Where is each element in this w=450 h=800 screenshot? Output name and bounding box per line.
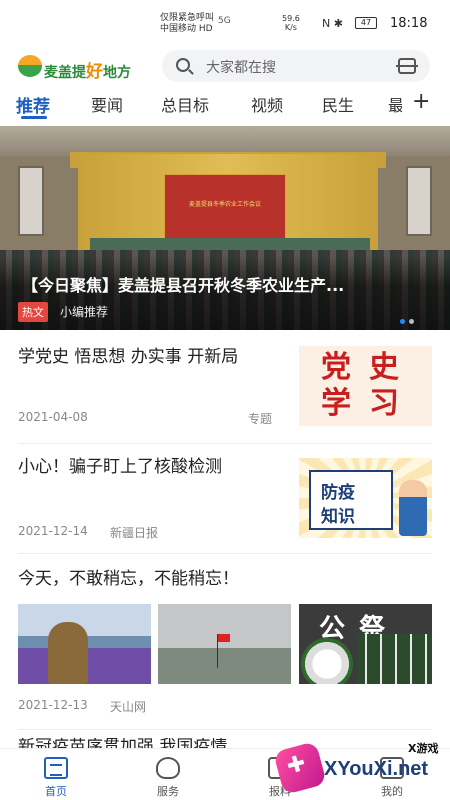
news-source: 天山网	[110, 700, 147, 714]
news-item[interactable]: 学党史 悟思想 办实事 开新局 2021-04-08 专题 党 史 学 习	[18, 340, 432, 444]
banner-photo-window	[18, 166, 44, 236]
thumb-illustration	[399, 480, 427, 536]
category-tabs: 推荐 要闻 总目标 视频 民生 最 +	[0, 88, 450, 122]
news-item[interactable]: 小心！骗子盯上了核酸检测 2021-12-14 新疆日报 防疫 知识	[18, 444, 432, 554]
news-thumbnail[interactable]	[18, 604, 151, 684]
carousel-dot-active	[400, 319, 405, 324]
signal-icon: 5G	[218, 16, 231, 26]
thumb-text: 防疫	[321, 483, 355, 503]
news-date: 2021-12-14	[18, 524, 88, 538]
watermark-brand: XYouXi.net	[324, 758, 429, 780]
thumb-char: 史	[369, 350, 399, 385]
logo-text: 麦盖提好地方	[44, 57, 131, 82]
nfc-bluetooth-icon: N ✱	[322, 17, 343, 30]
speed-unit: K/s	[284, 23, 297, 32]
news-item[interactable]: 今天，不敢稍忘，不能稍忘！ 公祭 2021-12-13 天山网	[18, 554, 432, 730]
tab-video[interactable]: 视频	[251, 92, 283, 116]
thumb-char: 学	[321, 386, 351, 421]
news-thumbnail[interactable]: 防疫 知识	[299, 458, 432, 538]
thumb-honor-guard	[357, 634, 432, 684]
news-date: 2021-12-13	[18, 698, 88, 712]
battery-icon: 47	[355, 17, 377, 29]
app-logo[interactable]: 麦盖提好地方	[18, 52, 143, 82]
banner-screen-text: 麦盖提县冬季农业工作会议	[188, 201, 261, 208]
search-input[interactable]: 大家都在搜	[206, 57, 276, 77]
news-title[interactable]: 今天，不敢稍忘，不能稍忘！	[18, 566, 432, 593]
scan-icon[interactable]	[396, 58, 418, 74]
hot-badge: 热文	[18, 302, 48, 322]
tab-livelihood[interactable]: 民生	[322, 92, 354, 116]
carrier-line-1: 仅限紧急呼叫	[160, 13, 215, 23]
carrier-info: 仅限紧急呼叫 中国移动 HD	[160, 13, 214, 35]
banner-source: 小编推荐	[60, 305, 109, 319]
active-tab-indicator	[21, 116, 47, 119]
home-icon	[44, 757, 68, 779]
tab-more-partial[interactable]: 最	[388, 92, 402, 116]
logo-text-1: 麦盖提	[44, 65, 86, 81]
thumb-char: 习	[369, 386, 399, 421]
thumb-char: 党	[321, 350, 351, 385]
network-speed: 59.6 K/s	[282, 14, 300, 32]
search-icon	[176, 58, 190, 72]
news-title[interactable]: 学党史 悟思想 办实事 开新局	[18, 344, 283, 371]
featured-banner[interactable]: 麦盖提县冬季农业工作会议 【今日聚焦】麦盖提县召开秋冬季农业生产... 热文 小…	[0, 126, 450, 330]
app-header: 麦盖提好地方 大家都在搜	[0, 44, 450, 88]
thumb-statue	[48, 622, 88, 684]
news-date: 2021-04-08	[18, 410, 88, 424]
speed-value: 59.6	[282, 14, 300, 23]
nav-home[interactable]: 首页	[16, 749, 96, 800]
banner-photo-window	[406, 166, 432, 236]
banner-photo-screen: 麦盖提县冬季农业工作会议	[164, 174, 286, 240]
add-channel-icon[interactable]: +	[412, 89, 430, 114]
news-thumbnail[interactable]: 公祭	[299, 604, 432, 684]
carrier-line-2: 中国移动 HD	[160, 24, 213, 34]
watermark-small-text: X游戏	[408, 742, 439, 755]
banner-title[interactable]: 【今日聚焦】麦盖提县召开秋冬季农业生产...	[22, 272, 422, 296]
tab-news[interactable]: 要闻	[91, 92, 123, 116]
wreath-icon	[301, 638, 353, 684]
nav-label: 服务	[157, 785, 179, 798]
news-tag: 专题	[248, 412, 273, 426]
service-icon	[156, 757, 180, 779]
news-title[interactable]: 小心！骗子盯上了核酸检测	[18, 454, 283, 481]
logo-icon	[18, 55, 42, 77]
tab-general-goal[interactable]: 总目标	[161, 92, 209, 116]
logo-text-2: 地方	[103, 65, 131, 81]
tab-recommend[interactable]: 推荐	[16, 92, 50, 117]
news-source: 新疆日报	[110, 526, 159, 540]
status-bar: 仅限紧急呼叫 中国移动 HD 5G 59.6 K/s N ✱ 47 18:18	[0, 0, 450, 40]
thumb-text: 知识	[321, 507, 355, 527]
logo-text-big: 好	[86, 62, 103, 82]
news-thumbnail[interactable]: 党 史 学 习	[299, 346, 432, 426]
gamepad-logo-icon	[273, 741, 327, 795]
thumb-card: 防疫 知识	[309, 470, 393, 530]
carousel-dot	[409, 319, 414, 324]
watermark: X游戏 XYouXi.net	[273, 730, 450, 800]
search-bar[interactable]: 大家都在搜	[162, 50, 430, 82]
carousel-indicator	[400, 309, 418, 328]
nav-service[interactable]: 服务	[128, 749, 208, 800]
news-thumbnail[interactable]	[158, 604, 291, 684]
nav-label: 首页	[45, 785, 67, 798]
flag-icon	[218, 634, 230, 642]
clock: 18:18	[390, 16, 428, 31]
